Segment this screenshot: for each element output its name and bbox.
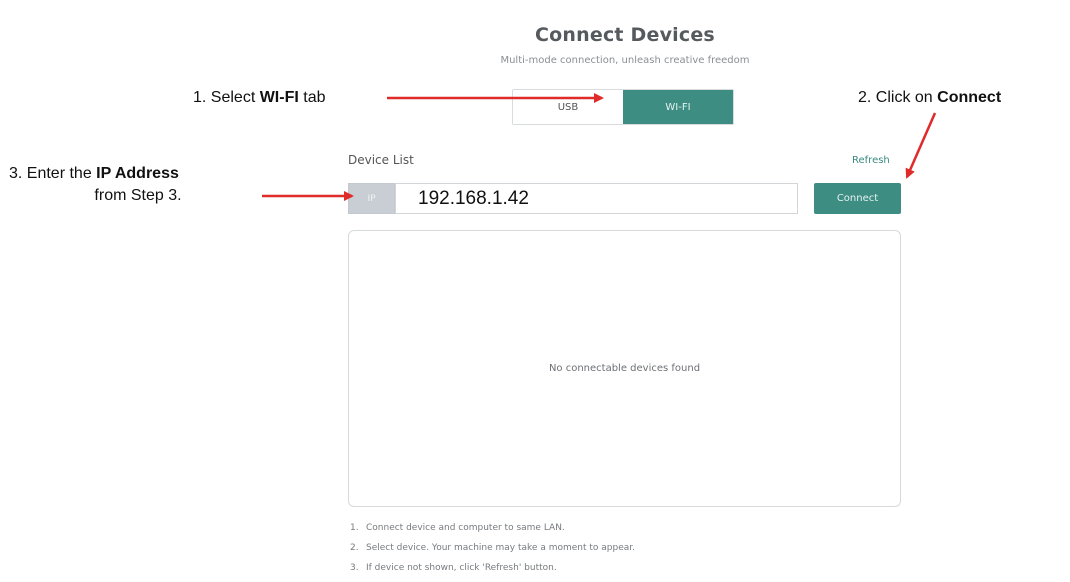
instruction-text: Select device. Your machine may take a m… xyxy=(366,543,635,553)
annotation-emphasis: Connect xyxy=(937,89,1002,106)
device-list-panel: No connectable devices found xyxy=(348,230,901,507)
instruction-number: 1. xyxy=(350,523,359,533)
instructions-list: 1. Connect device and computer to same LA… xyxy=(350,521,635,581)
connection-mode-tabs: USB WI-FI xyxy=(512,89,734,125)
tab-wifi[interactable]: WI-FI xyxy=(623,90,733,124)
instruction-item: 1. Connect device and computer to same LA… xyxy=(350,521,635,541)
instruction-number: 3. xyxy=(350,563,359,573)
tab-usb[interactable]: USB xyxy=(513,90,623,124)
annotation-emphasis: IP Address xyxy=(96,165,179,182)
annotation-step-1: 1. Select WI-FI tab xyxy=(193,89,325,107)
empty-state-message: No connectable devices found xyxy=(548,363,701,374)
connect-button[interactable]: Connect xyxy=(814,183,901,214)
ip-address-input[interactable] xyxy=(395,183,798,214)
device-list-label: Device List xyxy=(348,153,414,167)
instruction-item: 2. Select device. Your machine may take a… xyxy=(350,541,635,561)
page-subtitle: Multi-mode connection, unleash creative … xyxy=(500,55,750,66)
annotation-step-2: 2. Click on Connect xyxy=(858,89,1001,107)
instruction-number: 2. xyxy=(350,543,359,553)
annotation-step-3: 3. Enter the IP Address xyxy=(9,165,179,183)
page-title: Connect Devices xyxy=(535,24,715,46)
annotation-step-3-line-2: from Step 3. xyxy=(94,187,182,204)
annotation-emphasis: WI-FI xyxy=(259,89,299,106)
instruction-text: If device not shown, click 'Refresh' but… xyxy=(366,563,557,573)
arrow-to-connect-button xyxy=(905,112,937,179)
refresh-link[interactable]: Refresh xyxy=(852,155,890,166)
annotation-text: 3. Enter the xyxy=(9,165,97,182)
ip-prefix-label: IP xyxy=(348,183,395,214)
instruction-text: Connect device and computer to same LAN. xyxy=(366,523,565,533)
annotation-text: tab xyxy=(298,89,326,106)
annotation-text: 2. Click on xyxy=(858,89,938,106)
annotation-text: 1. Select xyxy=(193,89,260,106)
instruction-item: 3. If device not shown, click 'Refresh' b… xyxy=(350,561,635,581)
